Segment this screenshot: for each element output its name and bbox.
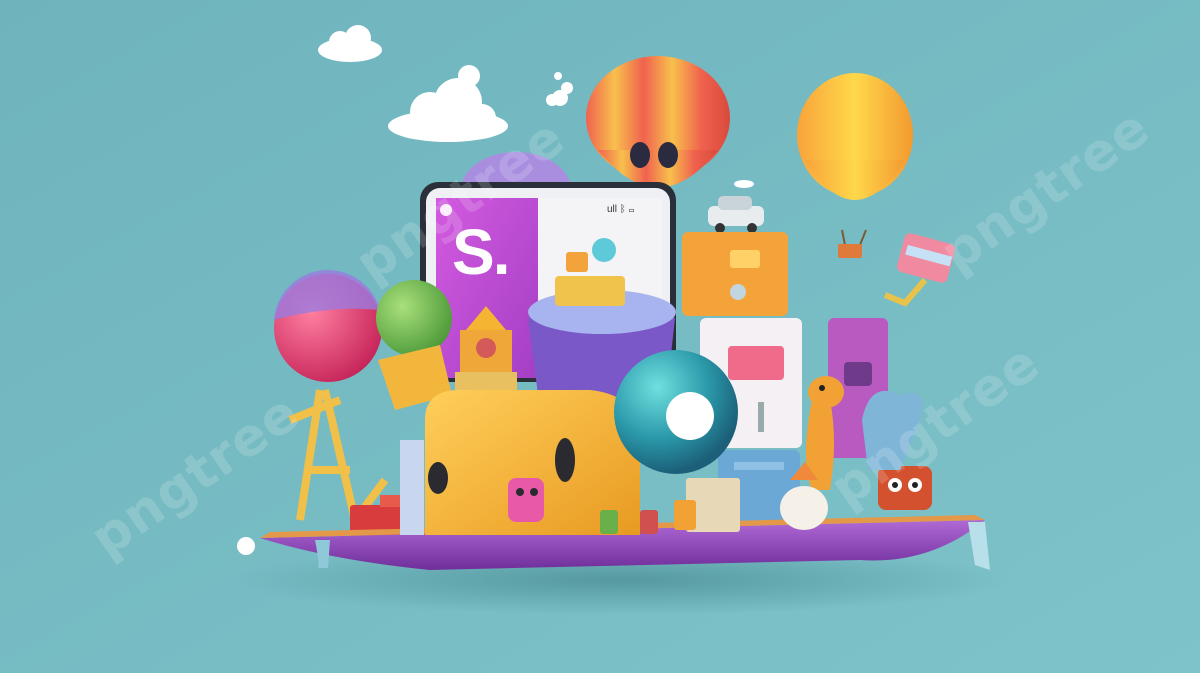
teal-orb — [614, 350, 738, 474]
screen-app-icon — [440, 204, 452, 216]
white-ball — [237, 537, 255, 555]
phone-status-bar: ull ᛒ ▭ — [607, 204, 635, 215]
green-ball — [376, 280, 452, 356]
orange-box — [682, 232, 788, 316]
illustration-artwork — [0, 0, 1200, 673]
screen-logo-text: S. — [452, 216, 510, 288]
robot-figure — [878, 466, 932, 510]
cloud-puff — [458, 65, 480, 87]
illustration-scene: S. ull ᛒ ▭ pngtree pngtree pngtree pngtr… — [0, 0, 1200, 673]
